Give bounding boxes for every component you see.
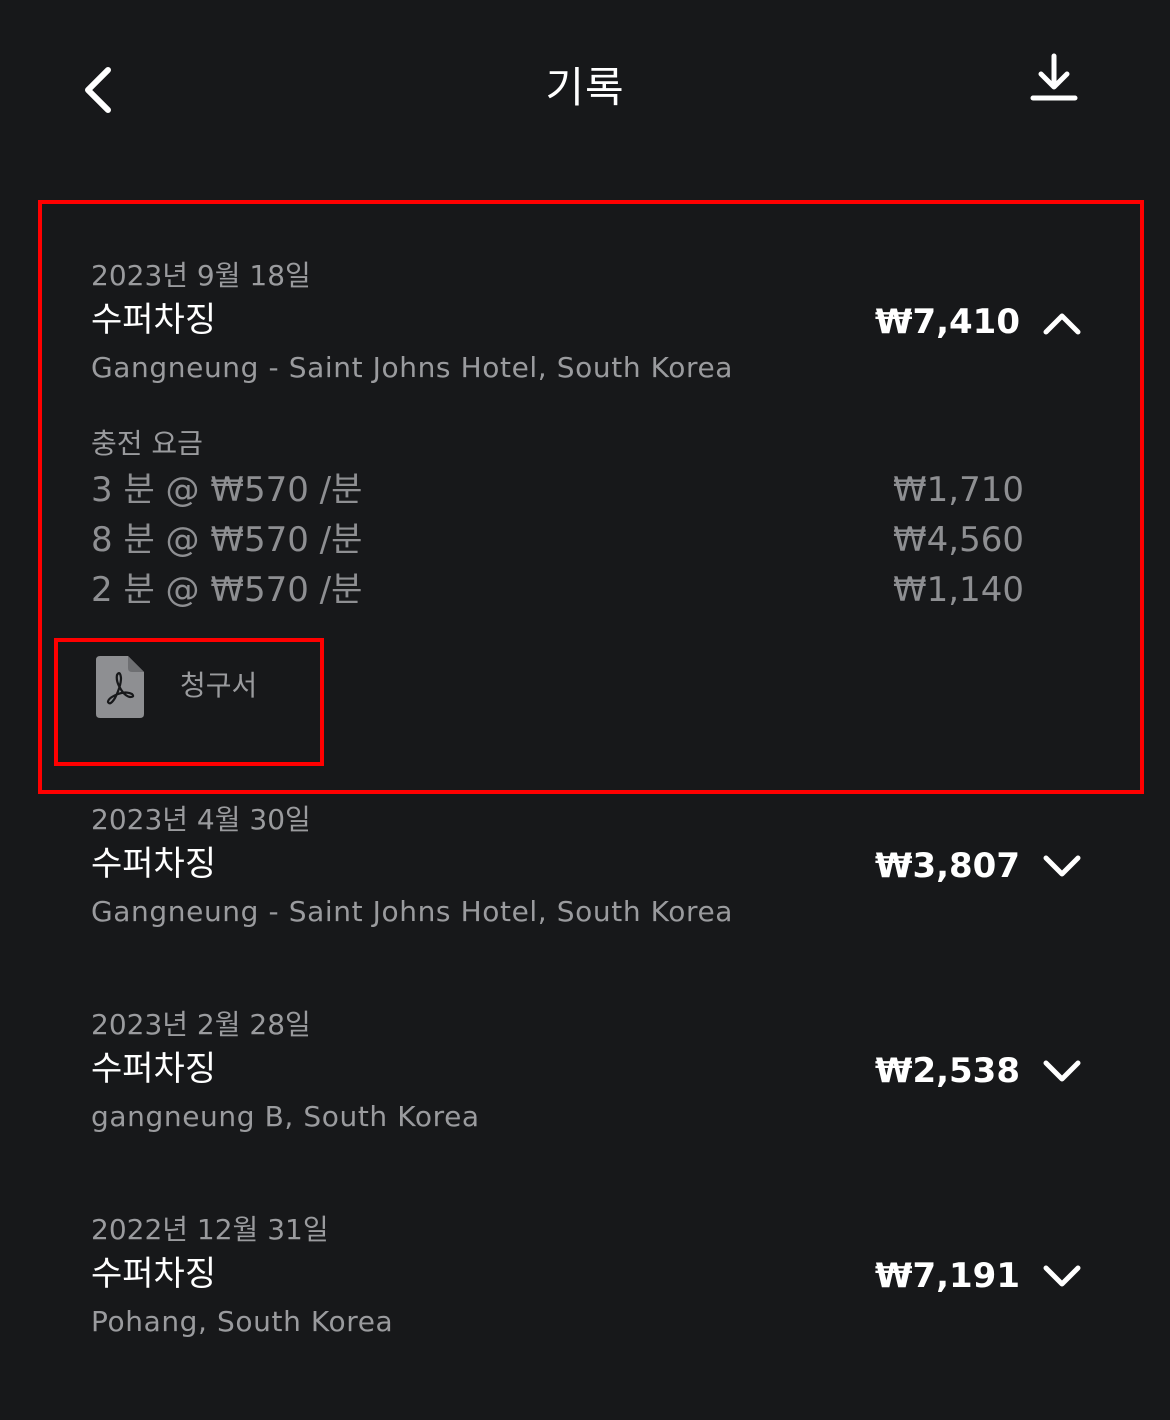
record-location: Gangneung - Saint Johns Hotel, South Kor…	[91, 351, 734, 384]
chevron-down-icon	[1043, 1265, 1081, 1287]
expand-button[interactable]	[1040, 850, 1084, 882]
fee-amount: ₩1,710	[893, 470, 1024, 510]
expand-button[interactable]	[1040, 1055, 1084, 1087]
record-type: 수퍼차징	[91, 1254, 217, 1294]
fee-row: 3 분 @ ₩570 /분 ₩1,710	[0, 468, 1170, 512]
collapse-button[interactable]	[1040, 306, 1084, 338]
invoice-label: 청구서	[180, 669, 258, 702]
record-date: 2023년 9월 18일	[91, 259, 311, 292]
fee-description: 2 분 @ ₩570 /분	[91, 570, 363, 610]
chevron-down-icon	[1043, 855, 1081, 877]
chevron-up-icon	[1043, 313, 1081, 335]
record-type: 수퍼차징	[91, 1049, 217, 1089]
history-record[interactable]: 2022년 12월 31일 수퍼차징 Pohang, South Korea ₩…	[0, 1212, 1170, 1352]
record-date: 2023년 2월 28일	[91, 1008, 311, 1041]
page-title: 기록	[545, 63, 625, 112]
record-date: 2022년 12월 31일	[91, 1213, 329, 1246]
record-type: 수퍼차징	[91, 844, 217, 884]
charging-fee-title: 충전 요금	[91, 427, 203, 460]
fee-description: 3 분 @ ₩570 /분	[91, 470, 363, 510]
fee-description: 8 분 @ ₩570 /분	[91, 520, 363, 560]
fee-row: 2 분 @ ₩570 /분 ₩1,140	[0, 568, 1170, 612]
record-amount: ₩7,191	[874, 1256, 1020, 1296]
record-amount: ₩2,538	[874, 1051, 1020, 1091]
download-icon	[1030, 53, 1078, 101]
record-location: Pohang, South Korea	[91, 1305, 394, 1338]
pdf-icon	[96, 656, 144, 718]
expand-button[interactable]	[1040, 1260, 1084, 1292]
history-record[interactable]: 2023년 2월 28일 수퍼차징 gangneung B, South Kor…	[0, 1007, 1170, 1147]
history-record-expanded[interactable]: 2023년 9월 18일 수퍼차징 Gangneung - Saint John…	[0, 258, 1170, 778]
chevron-down-icon	[1043, 1060, 1081, 1082]
fee-amount: ₩4,560	[893, 520, 1024, 560]
record-type: 수퍼차징	[91, 300, 217, 340]
fee-amount: ₩1,140	[893, 570, 1024, 610]
record-location: Gangneung - Saint Johns Hotel, South Kor…	[91, 895, 734, 928]
record-location: gangneung B, South Korea	[91, 1100, 480, 1133]
record-date: 2023년 4월 30일	[91, 803, 311, 836]
record-amount: ₩3,807	[874, 846, 1020, 886]
fee-row: 8 분 @ ₩570 /분 ₩4,560	[0, 518, 1170, 562]
record-amount: ₩7,410	[874, 302, 1020, 342]
header-bar: 기록	[0, 0, 1170, 180]
history-record[interactable]: 2023년 4월 30일 수퍼차징 Gangneung - Saint John…	[0, 802, 1170, 942]
download-button[interactable]	[1024, 50, 1084, 110]
invoice-button[interactable]: 청구서	[96, 656, 286, 720]
